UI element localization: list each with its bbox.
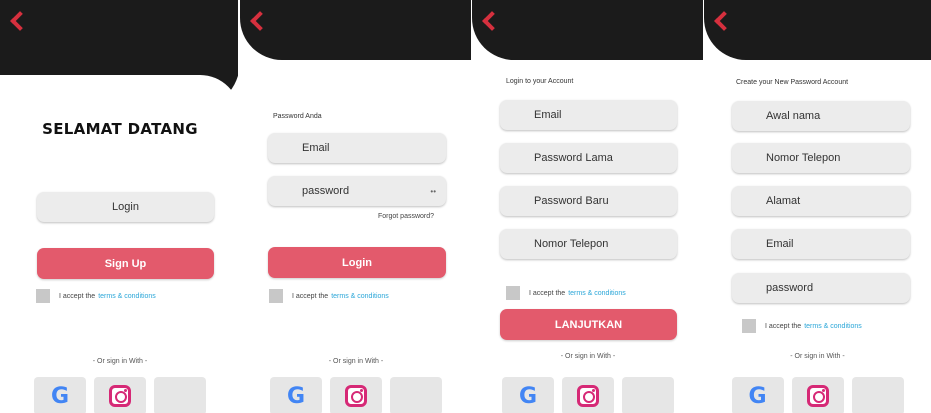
instagram-icon (109, 385, 131, 407)
instagram-button[interactable] (94, 377, 146, 413)
apple-button[interactable] (622, 377, 674, 413)
instagram-icon (577, 385, 599, 407)
google-icon: G (286, 383, 306, 409)
terms-checkbox[interactable] (506, 286, 520, 300)
google-icon: G (50, 383, 70, 409)
email-field[interactable]: Email (500, 100, 677, 130)
terms-link[interactable]: terms & conditions (98, 293, 156, 300)
apple-button[interactable] (154, 377, 206, 413)
or-sign-in-text: - Or sign in With - (328, 358, 384, 365)
social-buttons: G (472, 377, 704, 413)
header-shape (472, 0, 704, 60)
form-heading: Login to your Account (506, 78, 574, 85)
login-button[interactable]: Login (268, 247, 446, 278)
screen-login: Password Anda Email password •• Forgot p… (240, 0, 472, 413)
terms-link[interactable]: terms & conditions (568, 290, 626, 297)
social-buttons: G (704, 377, 931, 413)
terms-text: I accept the (765, 322, 802, 330)
screen-register: Create your New Password Account Awal na… (704, 0, 931, 413)
terms-text: I accept the (59, 292, 96, 300)
instagram-button[interactable] (791, 377, 844, 413)
screen-change-password: Login to your Account Email Password Lam… (472, 0, 704, 413)
social-buttons: G (240, 377, 472, 413)
terms-link[interactable]: terms & conditions (331, 293, 389, 300)
google-button[interactable]: G (34, 377, 86, 413)
terms-checkbox[interactable] (269, 289, 283, 303)
instagram-icon (806, 385, 829, 407)
apple-button[interactable] (851, 377, 904, 413)
terms-row: I accept the terms & conditions (506, 286, 626, 300)
name-field[interactable]: Awal nama (732, 101, 910, 131)
new-password-field[interactable]: Password Baru (500, 186, 677, 216)
back-arrow-icon[interactable] (712, 10, 732, 32)
terms-text: I accept the (292, 292, 329, 300)
phone-field[interactable]: Nomor Telepon (732, 143, 910, 173)
old-password-field[interactable]: Password Lama (500, 143, 677, 173)
header-shape (0, 0, 240, 115)
terms-checkbox[interactable] (742, 319, 756, 333)
continue-button[interactable]: LANJUTKAN (500, 309, 677, 340)
signup-button[interactable]: Sign Up (37, 248, 214, 279)
login-button[interactable]: Login (37, 192, 214, 222)
welcome-title: SELAMAT DATANG (42, 120, 198, 138)
or-sign-in-text: - Or sign in With - (790, 353, 845, 360)
password-field[interactable]: password (732, 273, 910, 303)
forgot-password-link[interactable]: Forgot password? (378, 213, 434, 220)
google-button[interactable]: G (731, 377, 784, 413)
form-heading: Create your New Password Account (736, 79, 849, 86)
screen-welcome: SELAMAT DATANG Login Sign Up I accept th… (0, 0, 240, 413)
header-shape (704, 0, 931, 60)
email-field[interactable]: Email (732, 229, 910, 259)
google-button[interactable]: G (502, 377, 554, 413)
apple-button[interactable] (390, 377, 442, 413)
password-field[interactable]: password •• (268, 176, 446, 206)
or-sign-in-text: - Or sign in With - (560, 353, 616, 360)
terms-row: I accept the terms & conditions (269, 289, 389, 303)
instagram-button[interactable] (330, 377, 382, 413)
terms-text: I accept the (529, 289, 566, 297)
email-field[interactable]: Email (268, 133, 446, 163)
or-sign-in-text: - Or sign in With - (92, 358, 148, 365)
terms-checkbox[interactable] (36, 289, 50, 303)
back-arrow-icon[interactable] (480, 10, 500, 32)
phone-field[interactable]: Nomor Telepon (500, 229, 677, 259)
terms-link[interactable]: terms & conditions (804, 323, 862, 330)
social-buttons: G (0, 377, 240, 413)
address-field[interactable]: Alamat (732, 186, 910, 216)
terms-row: I accept the terms & conditions (36, 289, 156, 303)
google-icon: G (518, 383, 538, 409)
google-icon: G (748, 383, 767, 409)
form-heading: Password Anda (273, 113, 322, 120)
back-arrow-icon[interactable] (248, 10, 268, 32)
eye-icon[interactable]: •• (430, 187, 436, 196)
instagram-button[interactable] (562, 377, 614, 413)
instagram-icon (345, 385, 367, 407)
terms-row: I accept the terms & conditions (742, 319, 862, 333)
google-button[interactable]: G (270, 377, 322, 413)
back-arrow-icon[interactable] (8, 10, 28, 32)
password-placeholder: password (302, 185, 350, 197)
header-shape (240, 0, 472, 60)
